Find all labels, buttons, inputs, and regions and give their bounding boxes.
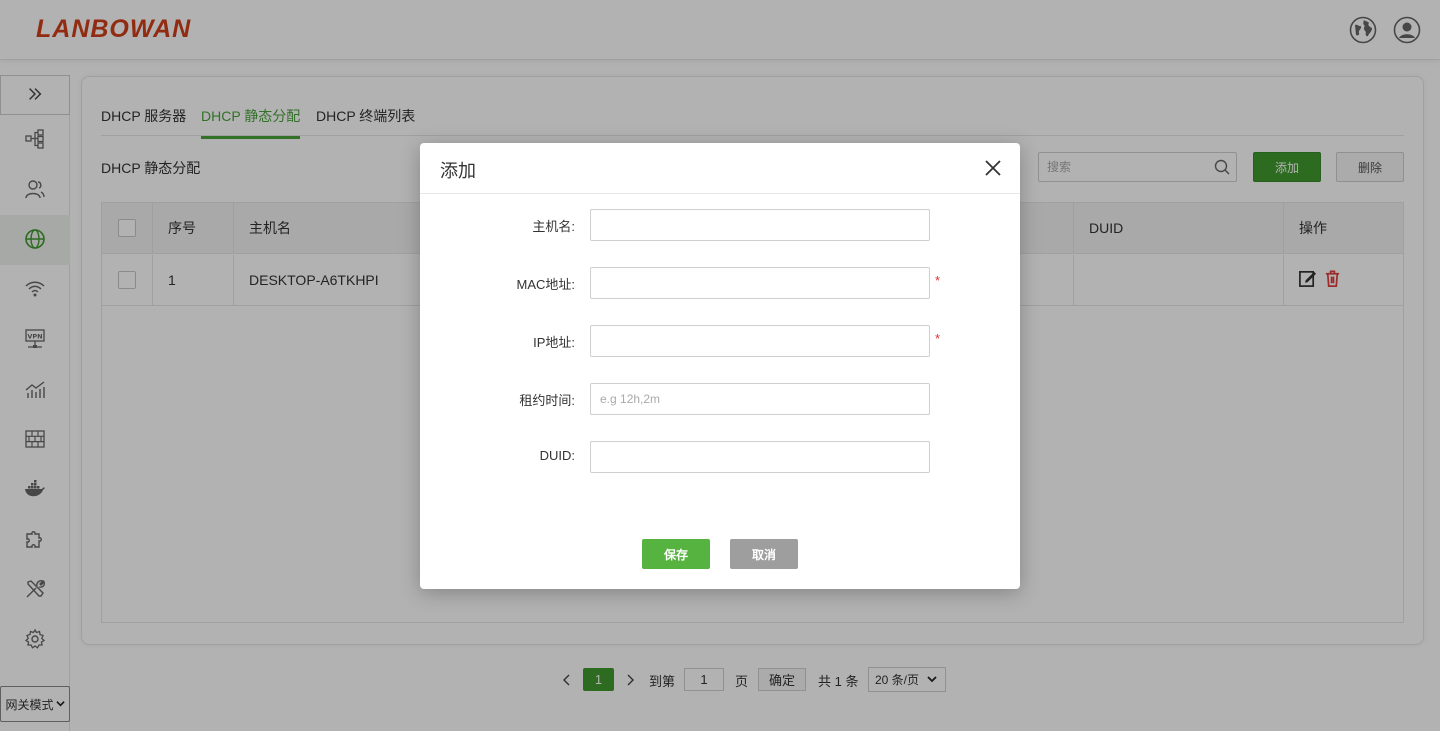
mac-field[interactable] — [591, 268, 929, 298]
duid-field[interactable] — [591, 442, 929, 472]
add-dialog: 添加 主机名: MAC地址: * IP地址: * 租约时间: DUID: 保存 … — [420, 143, 1020, 589]
ip-label: IP地址: — [533, 335, 575, 350]
lease-time-label: 租约时间: — [519, 393, 575, 408]
save-button[interactable]: 保存 — [642, 539, 710, 569]
dialog-header: 添加 — [420, 143, 1020, 194]
dialog-title: 添加 — [440, 161, 476, 181]
mac-field-box — [590, 267, 930, 299]
ip-field[interactable] — [591, 326, 929, 356]
mac-label: MAC地址: — [516, 277, 575, 292]
lease-time-field[interactable] — [591, 384, 929, 414]
close-icon[interactable] — [983, 158, 1003, 178]
hostname-field[interactable] — [591, 210, 929, 240]
hostname-field-box — [590, 209, 930, 241]
ip-field-box — [590, 325, 930, 357]
duid-label: DUID: — [539, 448, 575, 463]
lease-time-field-box — [590, 383, 930, 415]
mac-required-mark: * — [935, 273, 941, 288]
ip-required-mark: * — [935, 331, 941, 346]
hostname-label: 主机名: — [532, 219, 575, 234]
duid-field-box — [590, 441, 930, 473]
cancel-button[interactable]: 取消 — [730, 539, 798, 569]
